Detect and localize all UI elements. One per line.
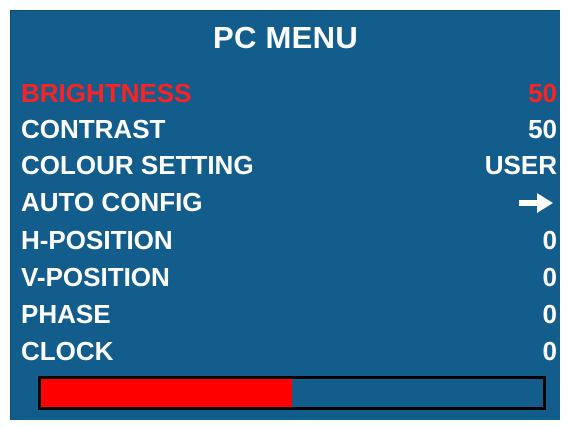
menu-item-label: PHASE [21, 299, 111, 329]
osd-menu-panel: PC MENU BRIGHTNESS 50 CONTRAST 50 COLOUR… [10, 10, 560, 420]
menu-item-clock[interactable]: CLOCK 0 [11, 334, 561, 368]
menu-item-h-position[interactable]: H-POSITION 0 [11, 223, 561, 257]
menu-item-value: 0 [542, 336, 557, 366]
menu-item-contrast[interactable]: CONTRAST 50 [11, 112, 561, 146]
menu-item-value: 50 [528, 114, 557, 144]
menu-item-label: COLOUR SETTING [21, 150, 254, 180]
menu-item-brightness[interactable]: BRIGHTNESS 50 [11, 76, 561, 110]
menu-item-value: 0 [542, 299, 557, 329]
menu-item-label: CONTRAST [21, 114, 166, 144]
menu-item-label: BRIGHTNESS [21, 78, 192, 108]
brightness-level-bar[interactable] [38, 376, 546, 410]
menu-item-value: USER [484, 150, 557, 180]
menu-title: PC MENU [212, 20, 359, 55]
menu-item-v-position[interactable]: V-POSITION 0 [11, 260, 561, 294]
right-arrow-icon [519, 193, 553, 213]
menu-item-auto-config[interactable]: AUTO CONFIG [11, 185, 561, 219]
menu-item-colour-setting[interactable]: COLOUR SETTING USER [11, 148, 561, 182]
menu-item-phase[interactable]: PHASE 0 [11, 297, 561, 331]
menu-item-label: H-POSITION [21, 225, 173, 255]
menu-item-label: V-POSITION [21, 262, 170, 292]
menu-item-value: 50 [528, 78, 557, 108]
menu-item-value: 0 [542, 225, 557, 255]
menu-item-label: CLOCK [21, 336, 114, 366]
menu-item-label: AUTO CONFIG [21, 187, 203, 217]
menu-item-value: 0 [542, 262, 557, 292]
level-bar-fill [41, 379, 292, 407]
